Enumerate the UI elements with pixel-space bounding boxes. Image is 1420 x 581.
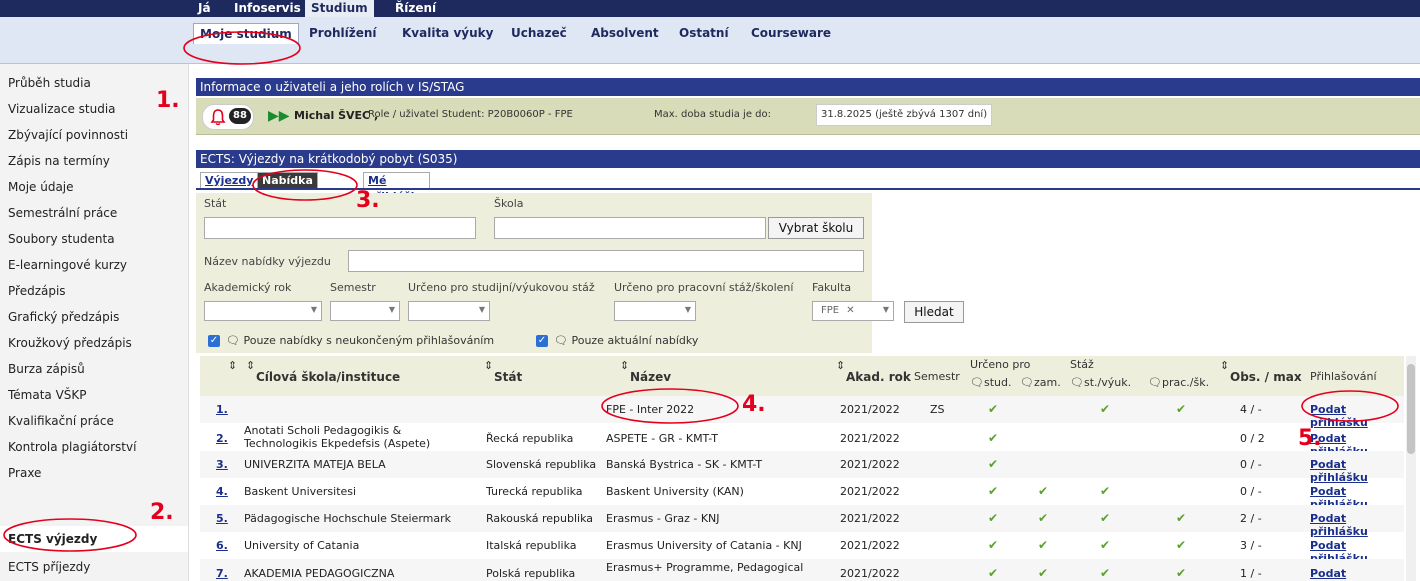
annotation-step-1: 1. xyxy=(156,88,180,113)
annotation-step-2: 2. xyxy=(150,500,174,525)
annotation-step-4: 4. xyxy=(742,392,766,417)
annotation-step-5: 5. xyxy=(1298,426,1322,451)
annotation-step-3: 3. xyxy=(356,188,380,213)
annotation-overlay xyxy=(3,31,1399,552)
